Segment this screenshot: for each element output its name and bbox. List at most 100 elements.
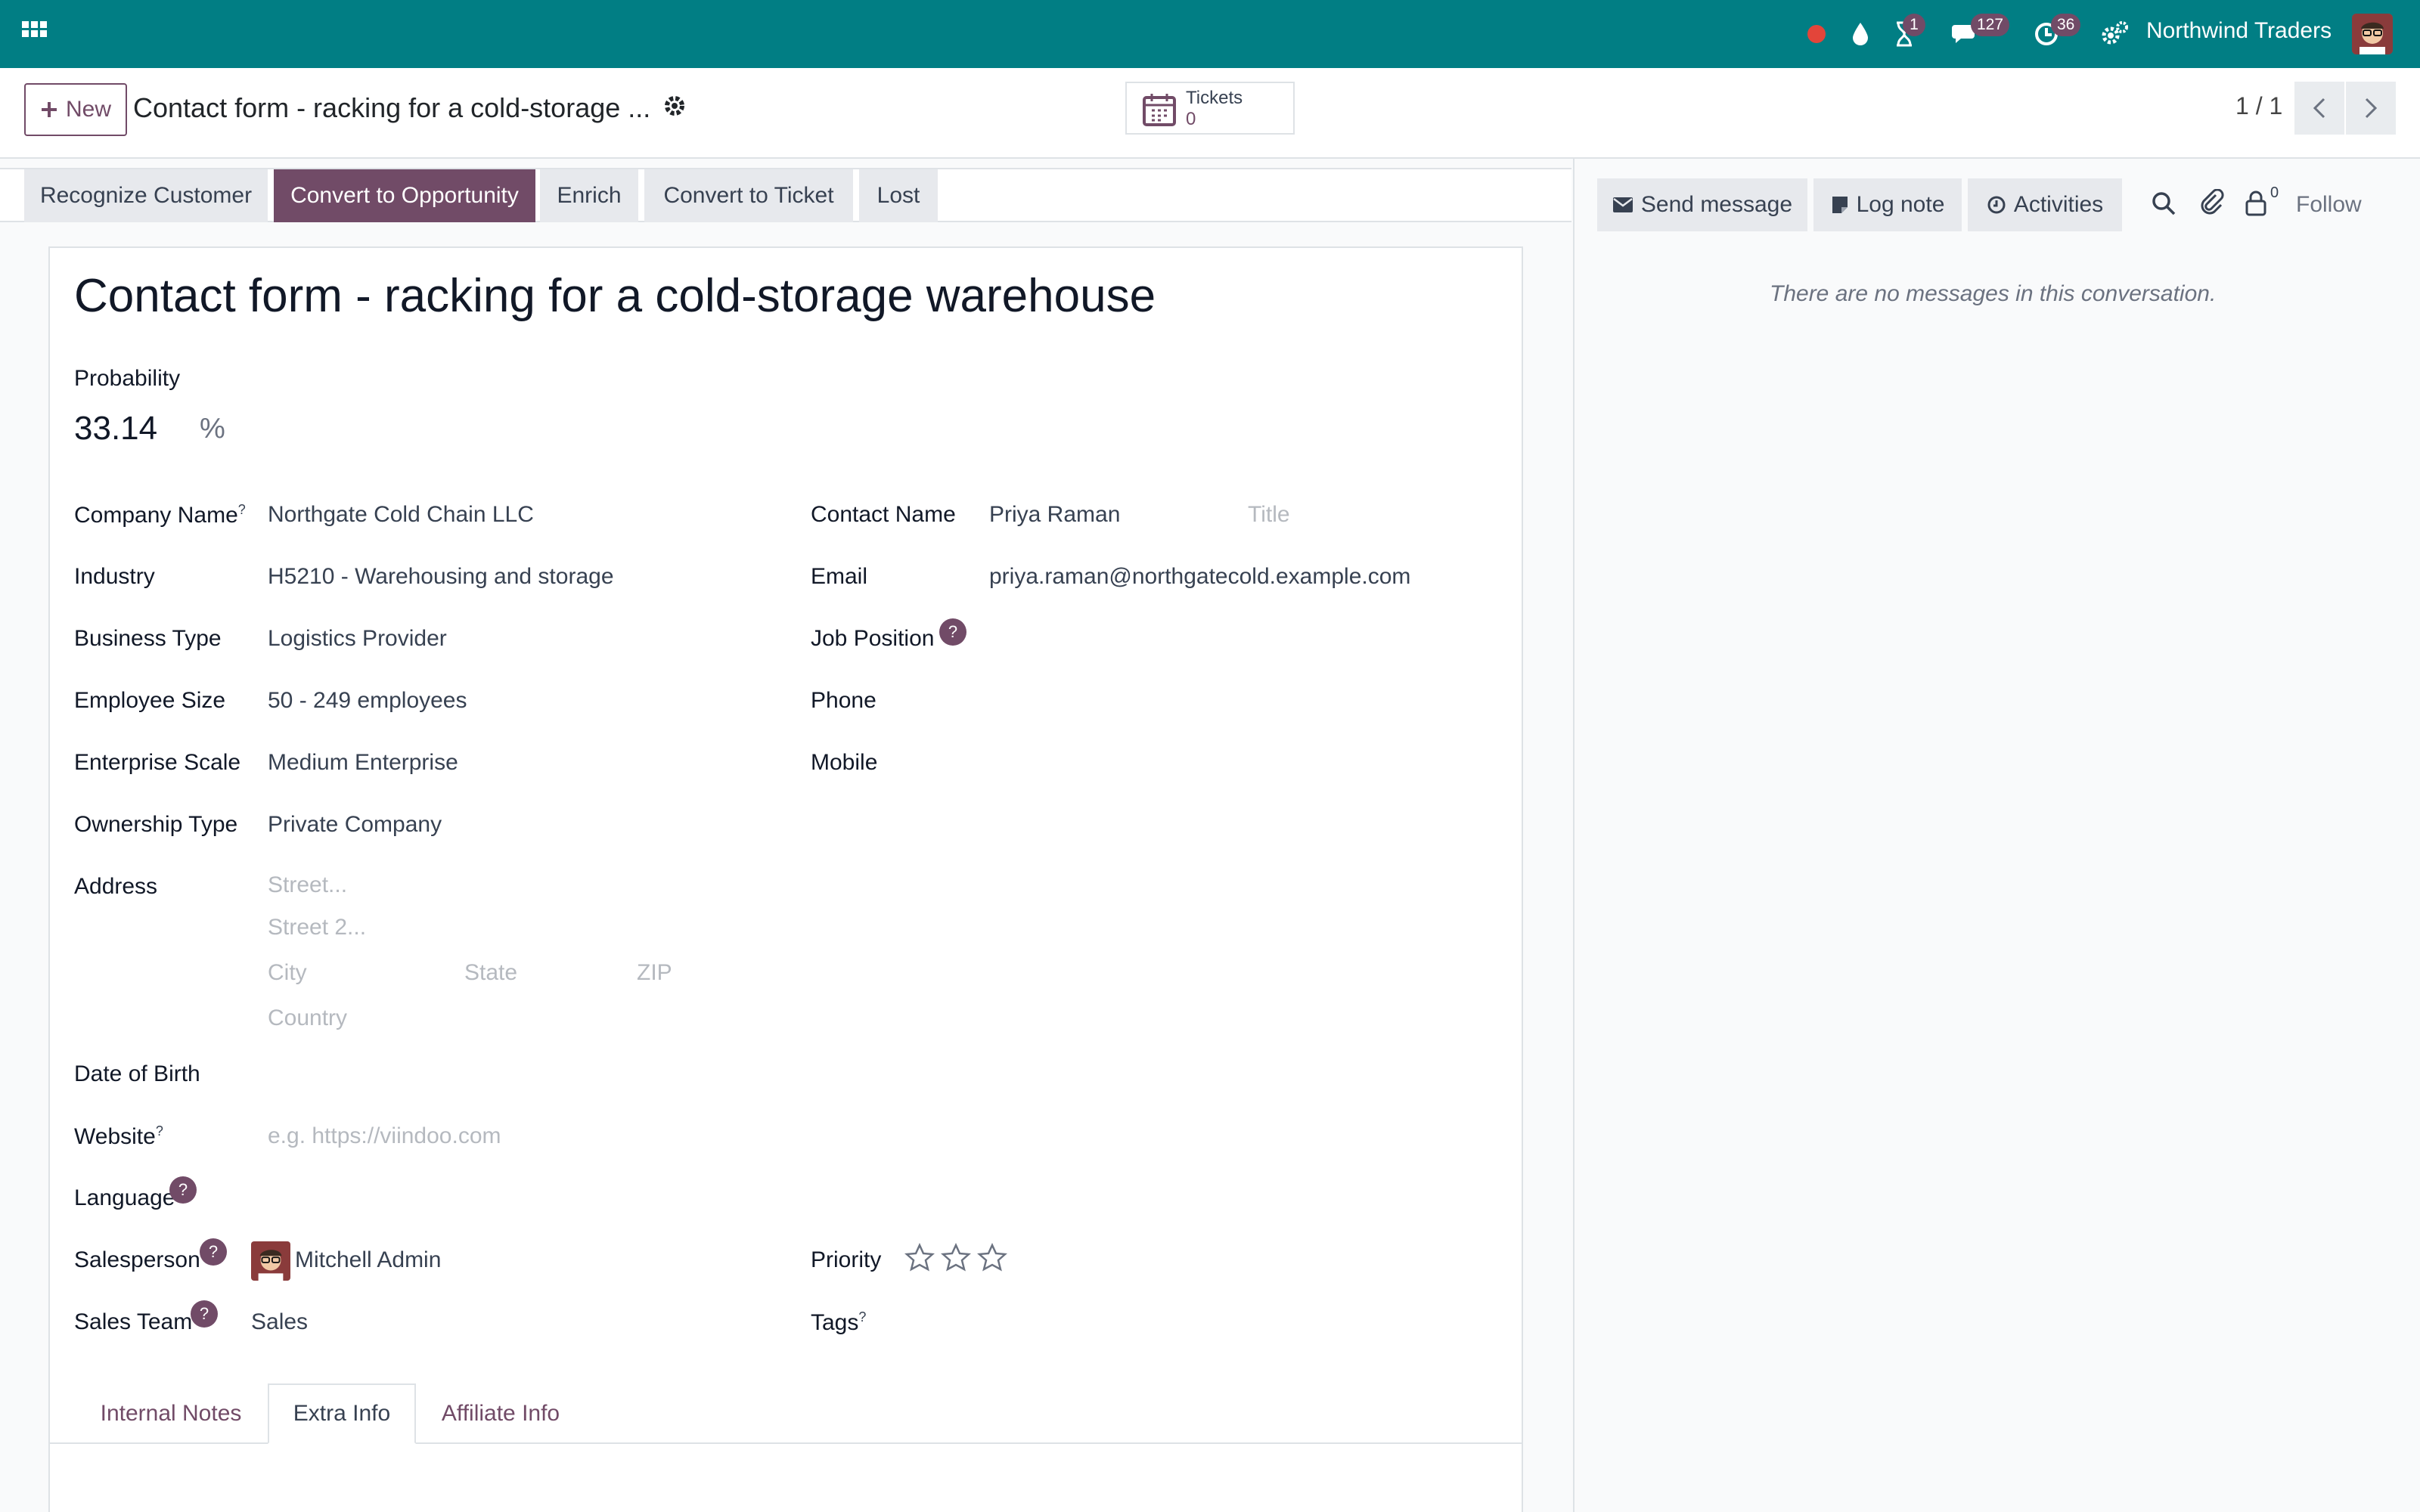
send-message-label: Send message xyxy=(1640,192,1793,217)
industry-field[interactable]: H5210 - Warehousing and storage xyxy=(268,564,614,590)
title-input[interactable]: Title xyxy=(1248,502,1290,528)
star-icon[interactable] xyxy=(941,1243,971,1273)
website-label: Website? xyxy=(74,1123,163,1149)
send-message-button[interactable]: Send message xyxy=(1597,178,1807,231)
plus-icon xyxy=(41,102,57,117)
company-name-label: Company Name? xyxy=(74,502,246,528)
timer-badge: 36 xyxy=(2051,14,2081,36)
lock-icon[interactable] xyxy=(2245,189,2267,220)
clock-icon xyxy=(1987,196,2006,214)
street-input[interactable]: Street... xyxy=(268,872,347,898)
industry-label: Industry xyxy=(74,564,155,589)
zip-input[interactable]: ZIP xyxy=(637,960,672,986)
calendar-icon xyxy=(1142,92,1177,131)
sales-team-help-icon[interactable]: ? xyxy=(191,1300,218,1328)
recording-dot-icon[interactable] xyxy=(1803,17,1830,51)
follow-button[interactable]: Follow xyxy=(2296,192,2362,218)
recognize-customer-button[interactable]: Recognize Customer xyxy=(24,169,268,222)
mobile-label: Mobile xyxy=(811,750,878,775)
activities-button[interactable]: Activities xyxy=(1968,178,2122,231)
sales-team-label: Sales Team xyxy=(74,1309,193,1334)
enterprise-scale-field[interactable]: Medium Enterprise xyxy=(268,750,458,776)
pager-previous-button[interactable] xyxy=(2294,82,2344,135)
convert-to-ticket-button[interactable]: Convert to Ticket xyxy=(644,169,853,222)
status-bar: Recognize Customer Convert to Opportunit… xyxy=(0,168,1571,222)
website-input[interactable]: e.g. https://viindoo.com xyxy=(268,1123,501,1149)
job-position-help-icon[interactable]: ? xyxy=(939,618,966,646)
mobile-input[interactable] xyxy=(989,745,1443,776)
email-field[interactable]: priya.raman@northgatecold.example.com xyxy=(989,564,1410,590)
tab-internal-notes[interactable]: Internal Notes xyxy=(74,1383,268,1444)
city-input[interactable]: City xyxy=(268,960,307,986)
job-position-label: Job Position xyxy=(811,626,935,651)
tickets-smart-button[interactable]: Tickets 0 xyxy=(1125,82,1295,135)
contact-name-field[interactable]: Priya Raman xyxy=(989,502,1120,528)
lead-title[interactable]: Contact form - racking for a cold-storag… xyxy=(74,269,1156,323)
followers-count: 0 xyxy=(2270,184,2279,201)
drop-icon[interactable] xyxy=(1847,17,1874,51)
help-mark[interactable]: ? xyxy=(238,502,246,517)
pager-next-button[interactable] xyxy=(2346,82,2396,135)
priority-stars xyxy=(904,1243,1007,1273)
probability-unit: % xyxy=(200,413,225,445)
top-navbar: 1 127 36 Northwind Traders xyxy=(0,0,2420,68)
address-label: Address xyxy=(74,874,158,899)
chatter-panel xyxy=(1573,159,2420,1512)
chevron-right-icon xyxy=(2365,98,2378,119)
breadcrumb-title: Contact form - racking for a cold-storag… xyxy=(133,92,651,123)
gear-icon[interactable] xyxy=(662,94,687,122)
salesperson-avatar xyxy=(251,1241,290,1281)
country-input[interactable]: Country xyxy=(268,1005,347,1031)
sales-team-field[interactable]: Sales xyxy=(251,1309,308,1335)
employee-size-field[interactable]: 50 - 249 employees xyxy=(268,688,467,714)
date-of-birth-input[interactable] xyxy=(268,1058,721,1089)
phone-input[interactable] xyxy=(989,683,1443,714)
ownership-type-label: Ownership Type xyxy=(74,812,238,837)
ownership-type-field[interactable]: Private Company xyxy=(268,812,442,838)
tab-extra-info[interactable]: Extra Info xyxy=(268,1383,416,1444)
email-label: Email xyxy=(811,564,868,589)
settings-cogs-icon[interactable] xyxy=(2099,17,2130,51)
messages-badge: 127 xyxy=(1971,14,2010,36)
street2-input[interactable]: Street 2... xyxy=(268,915,366,940)
new-button-label: New xyxy=(65,97,111,122)
star-icon[interactable] xyxy=(977,1243,1007,1273)
company-name-field[interactable]: Northgate Cold Chain LLC xyxy=(268,502,534,528)
salesperson-field[interactable]: Mitchell Admin xyxy=(295,1247,441,1273)
priority-label: Priority xyxy=(811,1247,882,1272)
log-note-button[interactable]: Log note xyxy=(1813,178,1962,231)
state-input[interactable]: State xyxy=(464,960,517,986)
business-type-field[interactable]: Logistics Provider xyxy=(268,626,447,652)
tags-input[interactable] xyxy=(989,1305,1443,1335)
business-type-label: Business Type xyxy=(74,626,222,651)
language-help-icon[interactable]: ? xyxy=(169,1176,197,1204)
log-note-label: Log note xyxy=(1856,192,1945,217)
paperclip-icon[interactable] xyxy=(2199,188,2225,220)
company-name[interactable]: Northwind Traders xyxy=(2146,18,2332,44)
new-button[interactable]: New xyxy=(24,83,127,136)
employee-size-label: Employee Size xyxy=(74,688,226,713)
star-icon[interactable] xyxy=(904,1243,935,1273)
pager-value[interactable]: 1 / 1 xyxy=(2235,92,2282,120)
empty-conversation-text: There are no messages in this conversati… xyxy=(1770,281,2217,306)
user-avatar[interactable] xyxy=(2352,14,2393,54)
envelope-icon xyxy=(1612,197,1633,212)
convert-to-opportunity-button[interactable]: Convert to Opportunity xyxy=(274,169,535,222)
note-icon xyxy=(1832,197,1848,213)
control-panel: New Contact form - racking for a cold-st… xyxy=(0,68,2420,159)
salesperson-label: Salesperson xyxy=(74,1247,200,1272)
search-icon[interactable] xyxy=(2151,191,2176,220)
probability-value[interactable]: 33.14 xyxy=(74,410,157,448)
enrich-button[interactable]: Enrich xyxy=(540,169,638,222)
phone-label: Phone xyxy=(811,688,876,713)
help-mark[interactable]: ? xyxy=(156,1123,163,1139)
apps-menu-icon[interactable] xyxy=(20,17,50,51)
tickets-label: Tickets xyxy=(1186,88,1243,108)
lost-button[interactable]: Lost xyxy=(859,169,938,222)
contact-name-label: Contact Name xyxy=(811,502,956,527)
help-mark[interactable]: ? xyxy=(858,1309,866,1325)
language-label: Language xyxy=(74,1185,175,1210)
tags-label: Tags? xyxy=(811,1309,867,1335)
salesperson-help-icon[interactable]: ? xyxy=(200,1238,227,1266)
tab-affiliate-info[interactable]: Affiliate Info xyxy=(417,1383,584,1444)
